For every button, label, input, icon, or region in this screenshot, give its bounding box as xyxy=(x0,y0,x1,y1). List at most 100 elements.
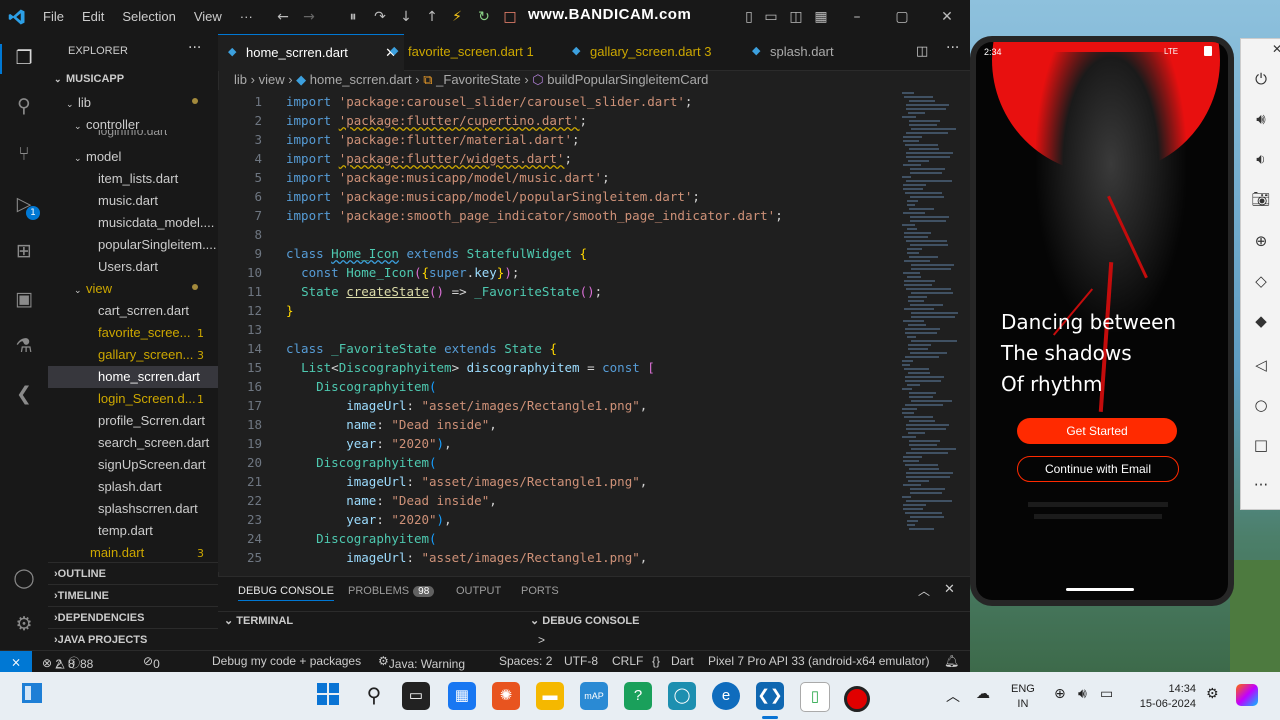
explorer-icon[interactable]: ❐ xyxy=(12,46,36,70)
settings-gear-icon[interactable]: ⚙ xyxy=(12,612,36,636)
remote-explorer-icon[interactable]: ▣ xyxy=(12,287,36,311)
tree-file[interactable]: splashscrren.dart xyxy=(98,501,198,516)
menu-view[interactable]: View xyxy=(185,0,231,34)
camera-icon[interactable]: 📷︎ xyxy=(1251,189,1271,209)
tab-gallary-screen[interactable]: ◆ gallary_screen.dart 3 xyxy=(562,34,750,70)
project-folder[interactable]: ⌄ MUSICAPP xyxy=(54,73,124,85)
debug-step-into-icon[interactable]: ↓ xyxy=(397,8,415,26)
edge-icon[interactable]: e xyxy=(712,682,740,710)
breadcrumb-method[interactable]: buildPopularSingleitemCard xyxy=(547,72,708,87)
tab-home-scrren[interactable]: ◆ home_scrren.dart ✕ xyxy=(218,34,404,71)
folder-lib[interactable]: ⌄ lib xyxy=(66,95,91,110)
status-eol[interactable]: CRLF xyxy=(612,654,643,668)
remote-indicator-icon[interactable]: ⨯ xyxy=(0,651,32,673)
get-started-button[interactable]: Get Started xyxy=(1017,418,1177,444)
breadcrumb-lib[interactable]: lib xyxy=(234,72,247,87)
tree-file[interactable]: splash.dart xyxy=(98,479,162,494)
code-editor[interactable]: 1 2 3 4 5 6 7 8 9 10 11 12 13 14 15 16 17 18 19 20 21 22 23 24 2… xyxy=(218,90,970,572)
menu-edit[interactable]: Edit xyxy=(73,0,113,34)
task-view-icon[interactable]: ▭ xyxy=(402,682,430,710)
panel-tab-output[interactable]: OUTPUT xyxy=(456,585,501,597)
status-spaces[interactable]: Spaces: 2 xyxy=(499,654,552,668)
tree-file[interactable]: favorite_scree... xyxy=(98,325,191,340)
stop-icon[interactable]: □ xyxy=(501,8,519,26)
status-problems[interactable]: ⊗ 2 △ 8 ⓘ 88 xyxy=(42,654,93,671)
split-editor-icon[interactable]: ◫ xyxy=(916,44,928,59)
status-language[interactable]: Dart xyxy=(671,654,694,668)
volume-down-icon[interactable]: 🔉︎ xyxy=(1251,149,1271,169)
notifications-bell-icon[interactable]: 🔔︎ xyxy=(944,654,959,668)
app-icon[interactable]: mAP xyxy=(580,682,608,710)
tree-file[interactable]: gallary_screen... xyxy=(98,347,193,362)
continue-email-button[interactable]: Continue with Email xyxy=(1017,456,1179,482)
power-icon[interactable]: ⏻ xyxy=(1251,69,1271,89)
explorer-more-icon[interactable]: ··· xyxy=(188,40,201,56)
zoom-icon[interactable]: ⊕ xyxy=(1251,231,1271,251)
customize-layout-icon[interactable]: ▦ xyxy=(812,8,830,26)
toggle-panel-icon[interactable]: ▭ xyxy=(762,8,780,26)
start-icon[interactable] xyxy=(314,682,342,710)
clock[interactable]: 14:34 15-06-2024 xyxy=(1130,682,1196,712)
rotate-left-icon[interactable]: ◇ xyxy=(1251,271,1271,291)
battery-icon[interactable]: ▭ xyxy=(1100,686,1113,702)
record-icon[interactable] xyxy=(844,686,870,712)
volume-icon[interactable]: 🔊︎ xyxy=(1078,686,1087,702)
status-ports[interactable]: ⊘ 0 xyxy=(143,654,160,671)
back-arrow-icon[interactable]: ← xyxy=(274,8,292,26)
section-timeline[interactable]: ›TIMELINE xyxy=(48,584,218,607)
panel-tab-ports[interactable]: PORTS xyxy=(521,585,559,597)
debug-pause-icon[interactable]: ⏸ xyxy=(344,8,362,26)
maximize-icon[interactable]: ▢ xyxy=(893,8,911,26)
tree-file-main[interactable]: main.dart xyxy=(90,545,144,560)
tree-file-logininfo[interactable]: loginInfo.dart xyxy=(98,130,167,138)
tree-file[interactable]: Users.dart xyxy=(98,259,158,274)
search-icon[interactable]: ⚲ xyxy=(360,682,388,710)
testing-icon[interactable]: ⚗ xyxy=(12,334,36,358)
section-outline[interactable]: ›OUTLINE xyxy=(48,562,218,585)
breadcrumb-view[interactable]: view xyxy=(259,72,285,87)
vscode-taskbar-icon[interactable]: ❮❯ xyxy=(756,682,784,710)
flutter-icon[interactable]: ❮ xyxy=(12,382,36,406)
app-icon[interactable]: ✺ xyxy=(492,682,520,710)
network-icon[interactable]: ☁ xyxy=(976,686,990,702)
folder-view[interactable]: ⌄ view xyxy=(74,281,112,296)
breadcrumb-class[interactable]: _FavoriteState xyxy=(436,72,521,87)
store-icon[interactable]: ▦ xyxy=(448,682,476,710)
accounts-icon[interactable]: ◯ xyxy=(12,566,36,590)
status-java[interactable]: ⚙ Java: Warning xyxy=(378,654,465,671)
app-icon[interactable]: ? xyxy=(624,682,652,710)
status-debug-mode[interactable]: Debug my code + packages xyxy=(212,654,361,668)
tree-file[interactable]: cart_scrren.dart xyxy=(98,303,189,318)
section-java-projects[interactable]: ›JAVA PROJECTS xyxy=(48,628,218,650)
folder-model[interactable]: ⌄ model xyxy=(74,149,121,164)
status-device[interactable]: Pixel 7 Pro API 33 (android-x64 emulator… xyxy=(708,654,929,668)
menu-more[interactable]: ··· xyxy=(231,0,262,34)
terminal-section[interactable]: ⌄ TERMINAL xyxy=(224,614,293,627)
tree-file-selected[interactable]: home_scrren.dart xyxy=(98,369,200,384)
debug-console-section[interactable]: ⌄ DEBUG CONSOLE xyxy=(530,614,639,627)
debug-console-prompt[interactable]: > xyxy=(538,633,545,647)
volume-up-icon[interactable]: 🔊︎ xyxy=(1251,109,1271,129)
tree-file[interactable]: music.dart xyxy=(98,193,158,208)
menu-selection[interactable]: Selection xyxy=(113,0,184,34)
copilot-icon[interactable] xyxy=(1236,684,1258,706)
tree-file[interactable]: musicdata_model.... xyxy=(98,215,214,230)
source-control-icon[interactable]: ⑂ xyxy=(12,142,36,166)
tree-file[interactable]: signUpScreen.dart xyxy=(98,457,206,472)
hot-reload-icon[interactable]: ⚡ xyxy=(448,8,466,26)
tree-file[interactable]: search_screen.dart xyxy=(98,435,209,450)
breadcrumb-file[interactable]: home_scrren.dart xyxy=(310,72,412,87)
file-explorer-icon[interactable]: ▬ xyxy=(536,682,564,710)
globe-icon[interactable]: ⊕ xyxy=(1054,686,1066,702)
close-window-icon[interactable]: ✕ xyxy=(938,8,956,26)
search-icon[interactable]: ⚲ xyxy=(12,94,36,118)
emulator-close-icon[interactable]: ✕ xyxy=(1267,39,1280,59)
rotate-right-icon[interactable]: ◆ xyxy=(1251,311,1271,331)
section-dependencies[interactable]: ›DEPENDENCIES xyxy=(48,606,218,629)
panel-tab-debug-console[interactable]: DEBUG CONSOLE xyxy=(238,585,334,601)
debug-step-over-icon[interactable]: ↷ xyxy=(371,8,389,26)
extensions-icon[interactable]: ⊞ xyxy=(12,239,36,263)
show-hidden-icons[interactable]: ︿ xyxy=(946,686,960,706)
more-icon[interactable]: ··· xyxy=(1251,475,1271,495)
tree-file[interactable]: login_Screen.d... xyxy=(98,391,196,406)
